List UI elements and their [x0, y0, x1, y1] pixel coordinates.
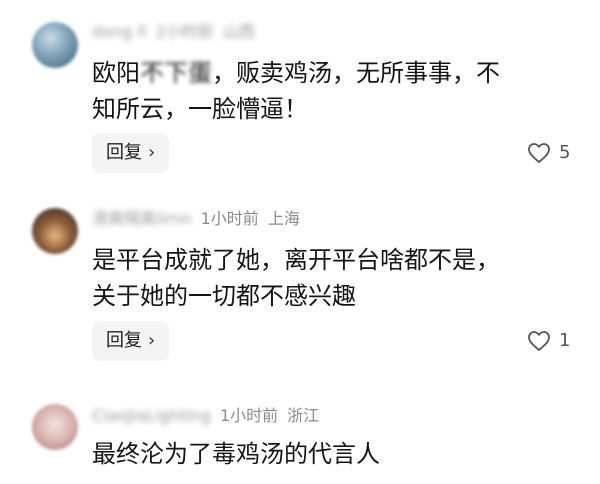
username[interactable]: CiaoJiaLighting [92, 406, 211, 425]
comment-meta: 清爽隔离lirnn 1小时前 上海 [92, 207, 300, 231]
comment-text-line: 知所云，一脸懵逼！ [92, 95, 308, 123]
avatar[interactable] [32, 404, 78, 450]
reply-button[interactable]: 回复 › [92, 133, 170, 173]
comment-time: 1小时前 [219, 406, 279, 425]
comment-location: 山西 [222, 22, 255, 41]
like-button[interactable]: 5 [527, 138, 570, 168]
avatar[interactable] [32, 22, 78, 68]
reply-button[interactable]: 回复 › [92, 321, 170, 361]
comment-text: 最终沦为了毒鸡汤的代言人 [92, 436, 572, 472]
like-count: 1 [559, 330, 571, 351]
comment-time: 2小时前 [155, 22, 214, 41]
comment-text-line: 欧阳不下蛋，贩卖鸡汤，无所事事，不 [92, 59, 500, 87]
comment-text-line: 是平台成就了她，离开平台啥都不是， [92, 246, 500, 274]
comment-location: 浙江 [287, 406, 320, 425]
comment-text: 是平台成就了她，离开平台啥都不是， 关于她的一切都不感兴趣 [92, 242, 572, 314]
comment-text: 欧阳不下蛋，贩卖鸡汤，无所事事，不 知所云，一脸懵逼！ [92, 55, 572, 127]
reply-label: 回复 [106, 330, 142, 351]
avatar[interactable] [32, 208, 78, 254]
comment-meta: dong ll 2小时前 山西 [92, 20, 255, 44]
username[interactable]: 清爽隔离lirnn [92, 209, 191, 228]
username[interactable]: dong ll [92, 22, 146, 41]
comment-text-line: 最终沦为了毒鸡汤的代言人 [92, 440, 380, 468]
comment-location: 上海 [267, 209, 300, 228]
like-count: 5 [559, 142, 571, 163]
comment-meta: CiaoJiaLighting 1小时前 浙江 [92, 404, 319, 428]
chevron-right-icon: › [148, 142, 156, 163]
like-button[interactable]: 1 [527, 326, 570, 356]
chevron-right-icon: › [148, 330, 156, 351]
comment-time: 1小时前 [200, 209, 259, 228]
heart-outline-icon [528, 331, 550, 351]
reply-label: 回复 [106, 142, 142, 163]
heart-outline-icon [528, 143, 550, 163]
comment-text-line: 关于她的一切都不感兴趣 [92, 282, 356, 310]
